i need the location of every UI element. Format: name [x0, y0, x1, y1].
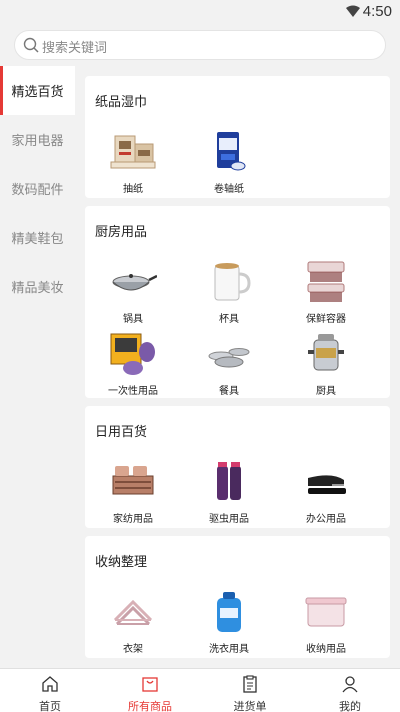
status-bar: 4:50 — [0, 0, 400, 24]
hanger-icon — [109, 588, 157, 636]
product-cookware[interactable]: 厨具 — [278, 330, 374, 397]
sidebar-item-label: 精选百货 — [11, 85, 64, 100]
stapler-icon — [302, 458, 350, 506]
search-icon — [23, 37, 39, 53]
product-hanger[interactable]: 衣架 — [85, 588, 181, 655]
section-title: 厨房用品 — [95, 225, 148, 240]
product-disposable[interactable]: 一次性用品 — [85, 330, 181, 397]
wok-icon — [109, 258, 158, 306]
sidebar-item-label: 精品美妆 — [11, 281, 64, 296]
section-title: 收纳整理 — [95, 555, 148, 570]
clipboard-icon — [243, 675, 257, 693]
sidebar-item-cosmetics[interactable]: 精品美妆 — [0, 262, 75, 311]
bedding-icon — [109, 458, 157, 506]
food-container-icon — [302, 258, 350, 306]
section-title: 日用百货 — [95, 425, 148, 440]
product-label: 洗衣用具 — [209, 644, 249, 655]
section-card-daily: 日用百货 家纺用品 驱虫用品 办公用品 — [85, 406, 390, 528]
tab-mine[interactable]: 我的 — [300, 669, 400, 712]
product-label: 厨具 — [316, 386, 336, 397]
sidebar-item-label: 家用电器 — [11, 134, 64, 149]
product-label: 锅具 — [123, 314, 143, 325]
tab-label: 进货单 — [233, 700, 267, 712]
sidebar-item-home-appliances[interactable]: 家用电器 — [0, 115, 75, 164]
tab-label: 我的 — [339, 700, 361, 712]
roll-paper-icon — [205, 128, 253, 176]
user-icon — [342, 676, 358, 693]
section-title: 纸品湿巾 — [95, 95, 148, 110]
section-card-paper: 纸品湿巾 抽纸 卷轴纸 — [85, 76, 390, 198]
product-label: 保鲜容器 — [306, 314, 346, 325]
shopping-bag-icon — [142, 677, 158, 692]
product-label: 办公用品 — [306, 514, 346, 525]
product-label: 杯具 — [219, 314, 239, 325]
section-card-kitchen: 厨房用品 锅具 杯具 保鲜容器 一次性用品 餐具 厨具 — [85, 206, 390, 398]
status-time: 4:50 — [362, 3, 392, 20]
mug-icon — [205, 258, 253, 306]
product-wok[interactable]: 锅具 — [85, 258, 181, 325]
product-storage-box[interactable]: 收纳用品 — [278, 588, 374, 655]
tab-label: 所有商品 — [128, 700, 172, 712]
home-icon — [42, 676, 58, 692]
product-tissue[interactable]: 抽纸 — [85, 128, 181, 195]
product-label: 驱虫用品 — [209, 514, 249, 525]
product-label: 卷轴纸 — [214, 184, 244, 195]
product-label: 衣架 — [123, 644, 143, 655]
detergent-icon — [205, 588, 253, 636]
sidebar-item-shoes-bags[interactable]: 精美鞋包 — [0, 213, 75, 262]
insect-spray-icon — [205, 458, 253, 506]
product-label: 收纳用品 — [306, 644, 346, 655]
product-mug[interactable]: 杯具 — [181, 258, 277, 325]
product-label: 餐具 — [219, 386, 239, 397]
product-label: 家纺用品 — [113, 514, 153, 525]
tab-all-products[interactable]: 所有商品 — [100, 669, 200, 712]
sidebar-item-selected-goods[interactable]: 精选百货 — [0, 66, 75, 115]
tab-label: 首页 — [39, 700, 61, 712]
search-input[interactable]: 搜索关键词 — [14, 30, 386, 60]
product-tableware[interactable]: 餐具 — [181, 330, 277, 397]
product-detergent[interactable]: 洗衣用具 — [181, 588, 277, 655]
product-insect-spray[interactable]: 驱虫用品 — [181, 458, 277, 525]
bottom-nav: 首页 所有商品 进货单 我的 — [0, 668, 400, 712]
tableware-icon — [205, 330, 253, 378]
product-label: 抽纸 — [123, 184, 143, 195]
sidebar-item-label: 数码配件 — [11, 183, 64, 198]
tissue-box-icon — [109, 128, 157, 176]
category-sidebar: 精选百货 家用电器 数码配件 精美鞋包 精品美妆 — [0, 66, 75, 314]
product-label: 一次性用品 — [108, 386, 158, 397]
search-bar: 搜索关键词 — [0, 24, 400, 66]
disposable-items-icon — [109, 330, 157, 378]
product-stapler[interactable]: 办公用品 — [278, 458, 374, 525]
sidebar-item-label: 精美鞋包 — [11, 232, 64, 247]
product-roll-paper[interactable]: 卷轴纸 — [181, 128, 277, 195]
tab-purchase-list[interactable]: 进货单 — [200, 669, 300, 712]
section-card-storage: 收纳整理 衣架 洗衣用具 收纳用品 — [85, 536, 390, 658]
tab-home[interactable]: 首页 — [0, 669, 100, 712]
storage-box-icon — [302, 588, 350, 636]
category-content: 纸品湿巾 抽纸 卷轴纸 厨房用品 锅具 杯具 保鲜容器 一次性用品 餐具 厨具 … — [85, 76, 390, 666]
product-bedding[interactable]: 家纺用品 — [85, 458, 181, 525]
cookware-icon — [302, 330, 350, 378]
search-placeholder: 搜索关键词 — [42, 41, 108, 56]
wifi-icon — [346, 5, 360, 17]
product-food-container[interactable]: 保鲜容器 — [278, 258, 374, 325]
sidebar-item-digital-accessories[interactable]: 数码配件 — [0, 164, 75, 213]
